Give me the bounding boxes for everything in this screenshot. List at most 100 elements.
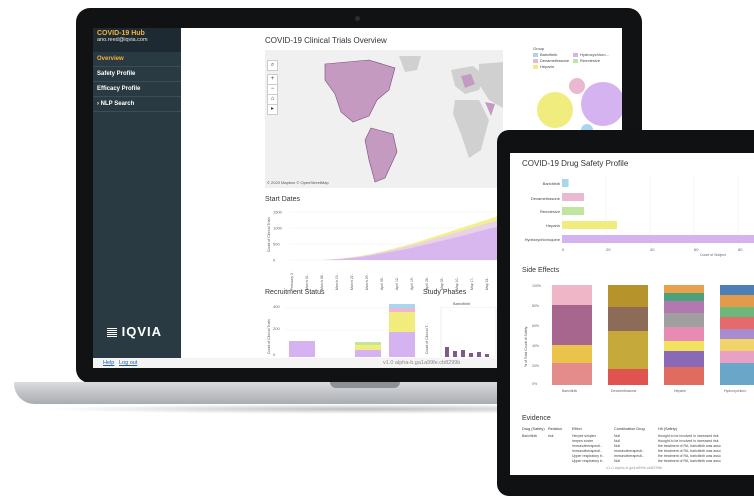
bar-mark: [389, 332, 415, 357]
bar-mark: [355, 342, 381, 345]
bar-category-label: Remdesivir: [539, 209, 560, 214]
table-cell: thought to be involved in increased risk: [658, 439, 719, 443]
table-cell: Upper respiratory tr..: [572, 454, 604, 458]
side-effects-chart: [552, 285, 754, 385]
table-cell: immunotherapeuti..: [614, 454, 644, 458]
bubble-mark: [537, 92, 573, 128]
study-phases-ylabel: Count of Clinical T...: [425, 322, 429, 354]
table-cell: Upper respiratory tr..: [572, 459, 604, 463]
table-cell: herpes zoster: [572, 439, 594, 443]
sidebar-item-safety-profile[interactable]: Safety Profile: [93, 67, 181, 82]
x-tick-label: 20: [606, 247, 611, 251]
user-email: ano.reed@iqvia.com: [97, 37, 148, 43]
bar-mark: [485, 354, 489, 357]
bar-mark: [477, 352, 481, 357]
table-header: Hit (Safety): [658, 427, 677, 431]
sidebar-item-efficacy-profile[interactable]: Efficacy Profile: [93, 82, 181, 97]
legend-title: Group: [533, 46, 545, 51]
start-dates-title: Start Dates: [265, 196, 301, 203]
bar-mark: [562, 221, 617, 229]
y-tick-label: 0: [273, 258, 276, 263]
sidebar: COVID-19 Hub ano.reed@iqvia.com Overview…: [93, 28, 181, 358]
start-dates-ylabel: Count of Clinical Trials: [267, 217, 271, 252]
help-link[interactable]: Help: [103, 360, 114, 366]
bar-mark: [469, 353, 473, 357]
iqvia-logo: IQVIA: [107, 324, 162, 339]
africa-region: [453, 100, 489, 158]
x-tick-label: May 17..: [470, 276, 474, 290]
logout-link[interactable]: Log out: [119, 360, 137, 366]
legend-item: Remdesivir: [573, 58, 600, 63]
table-cell: Null: [614, 444, 621, 448]
stacked-bar-heparin: [664, 285, 704, 385]
table-cell: Herpes simplex: [572, 434, 597, 438]
legend-item: Hydroxychloro...: [573, 52, 609, 57]
bar-category-label: Dexamethasone: [530, 196, 560, 201]
y-tick-label: 200: [273, 326, 280, 331]
bar-mark: [389, 308, 415, 312]
x-tick-label: April 12..: [395, 276, 399, 290]
sidebar-header: COVID-19 Hub ano.reed@iqvia.com: [93, 28, 181, 52]
x-tick-label: February 2..: [290, 271, 294, 290]
table-header: Effect: [572, 427, 582, 431]
table-cell: thought to be involved in increased risk: [658, 434, 719, 438]
bar-mark: [562, 193, 584, 201]
sidebar-item-label: NLP Search: [100, 101, 135, 107]
bar-mark: [445, 347, 449, 357]
y-tick-label: 500: [273, 242, 280, 247]
side-effects-title: Side Effects: [522, 267, 560, 274]
y-tick-label: 80%: [532, 304, 540, 308]
bar-mark: [389, 312, 415, 332]
y-tick-label: 1000: [273, 226, 283, 231]
x-tick-label: March 08..: [320, 273, 324, 290]
sidebar-item-nlp-search[interactable]: › NLP Search: [93, 97, 181, 112]
sidebar-item-overview[interactable]: Overview: [93, 52, 181, 67]
bar-mark: [355, 345, 381, 350]
bar-category-label: Hydroxychloroquine: [524, 237, 560, 242]
map-search-icon[interactable]: ⌕: [267, 60, 278, 71]
x-tick-label: May 24..: [485, 276, 489, 290]
start-dates-chart: 1500 1000 500 0: [273, 210, 503, 263]
asia-region: [479, 62, 503, 108]
bar-category-label: Baricitinib: [542, 181, 560, 186]
x-tick-label: May 10..: [455, 276, 459, 290]
play-icon[interactable]: ▸: [267, 104, 278, 115]
camera-icon: [355, 16, 360, 21]
phases-column-header: Baricitinib: [453, 301, 471, 306]
asia-highlight-region: [485, 102, 495, 116]
x-tick-label: Hydroxychloro: [724, 389, 747, 393]
x-tick-label: 0: [562, 247, 565, 251]
y-tick-label: 100%: [532, 284, 541, 288]
bubble-mark: [569, 78, 585, 94]
x-tick-label: April 19..: [410, 276, 414, 290]
y-tick-label: 1500: [273, 210, 283, 215]
x-tick-label: May 03..: [440, 276, 444, 290]
table-header: Combination Drug: [614, 427, 645, 431]
world-map[interactable]: [265, 50, 503, 188]
x-tick-label: March 01..: [305, 273, 309, 290]
x-tick-label: Dexamethasone: [611, 389, 637, 393]
logo-bars-icon: [107, 328, 117, 338]
x-tick-label: March 29..: [365, 273, 369, 290]
study-phases-chart: [440, 307, 497, 357]
version-label: v1.0 alpha-b.ga1a99fe.cb8299b: [383, 360, 461, 366]
legend-item: Heparin: [533, 64, 554, 69]
y-tick-label: 40%: [532, 344, 540, 348]
swatch-icon: [573, 52, 578, 57]
x-tick-label: March 22..: [350, 273, 354, 290]
table-header: Relation: [548, 427, 562, 431]
bar-mark: [389, 304, 415, 308]
legend-item: Baricitinib: [533, 52, 557, 57]
bar-mark: [289, 341, 315, 357]
x-tick-label: April 05..: [380, 276, 384, 290]
safety-bar-chart: 0 20 40 60 80: [562, 175, 754, 251]
swatch-icon: [573, 58, 578, 63]
table-cell: the treatment of RA, baricitinib was ass…: [658, 454, 721, 458]
bar-mark: [453, 351, 457, 357]
bar-mark: [562, 179, 569, 187]
x-tick-label: 40: [650, 247, 655, 251]
bar-mark: [461, 350, 465, 357]
logo-text: IQVIA: [121, 324, 163, 339]
y-tick-label: 0%: [532, 382, 538, 386]
map-credit: © 2020 Mapbox © OpenStreetMap: [267, 180, 329, 185]
